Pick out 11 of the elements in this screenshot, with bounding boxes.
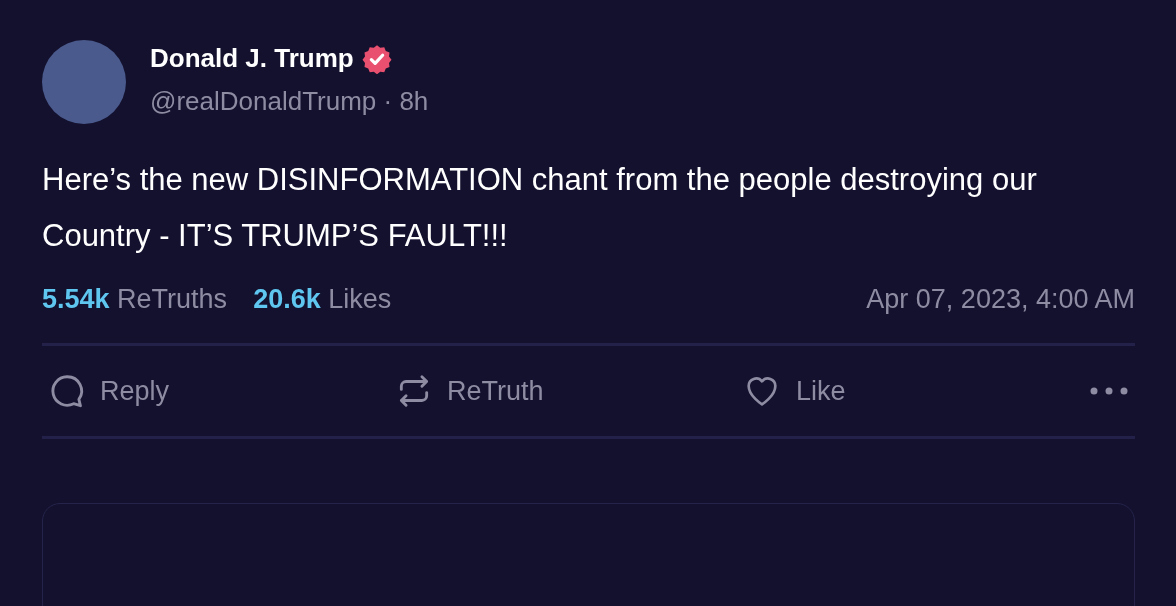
author-name[interactable]: Donald J. Trump [150, 43, 354, 74]
stat-link[interactable]: 20.6k Likes [253, 284, 392, 315]
stat-link[interactable]: 5.54k ReTruths [42, 284, 228, 315]
post-timestamp: Apr 07, 2023, 4:00 AM [866, 284, 1135, 315]
retruth-button[interactable]: ReTruth [389, 372, 736, 410]
post-text: Here’s the new DISINFORMATION chant from the people destroying our Country - IT’S TRUMP’S FAULT!!! [42, 161, 1038, 255]
reply-icon [48, 372, 86, 410]
author-handle[interactable]: @realDonaldTrump · 8h [150, 86, 429, 117]
like-button[interactable]: Like [736, 371, 1083, 411]
more-icon [1089, 386, 1129, 396]
reply-button[interactable]: Reply [42, 372, 389, 410]
